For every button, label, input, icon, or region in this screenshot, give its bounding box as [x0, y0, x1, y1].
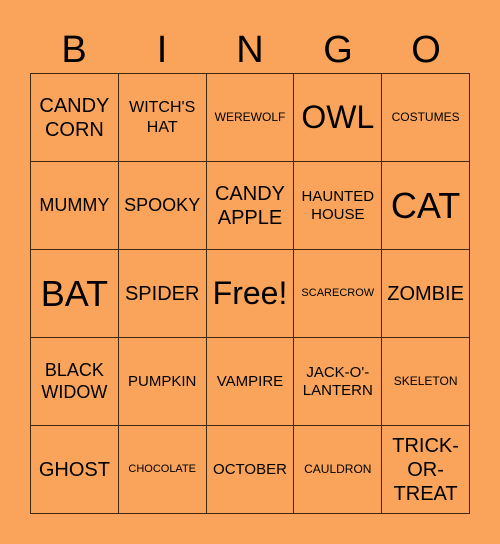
bingo-cell[interactable]: COSTUMES [382, 74, 470, 162]
bingo-cell[interactable]: SCARECROW [294, 250, 383, 338]
bingo-cell[interactable]: ZOMBIE [382, 250, 470, 338]
bingo-cell[interactable]: CANDY CORN [31, 74, 119, 162]
bingo-cell[interactable]: GHOST [31, 426, 119, 514]
bingo-cell[interactable]: MUMMY [31, 162, 119, 250]
bingo-cell[interactable]: VAMPIRE [206, 338, 295, 426]
header-letter-b: B [61, 29, 87, 71]
bingo-cell[interactable]: CANDY APPLE [206, 162, 295, 250]
header-letter-g: G [323, 29, 353, 71]
bingo-cell[interactable]: CHOCOLATE [118, 426, 207, 514]
free-space-cell[interactable]: Free! [206, 250, 295, 338]
bingo-card: CANDY CORN WITCH'S HAT WEREWOLF OWL COST… [30, 73, 470, 514]
bingo-cell[interactable]: WEREWOLF [206, 74, 295, 162]
bingo-cell[interactable]: SKELETON [382, 338, 470, 426]
bingo-header: B I N G O [30, 26, 470, 74]
bingo-cell[interactable]: HAUNTED HOUSE [294, 162, 383, 250]
header-letter-i: I [156, 29, 168, 71]
bingo-cell[interactable]: CAT [382, 162, 470, 250]
bingo-cell[interactable]: OWL [294, 74, 383, 162]
header-letter-n: N [236, 29, 264, 71]
bingo-cell[interactable]: OCTOBER [206, 426, 295, 514]
bingo-cell[interactable]: SPOOKY [118, 162, 207, 250]
bingo-cell[interactable]: JACK-O'-LANTERN [294, 338, 383, 426]
bingo-cell[interactable]: SPIDER [118, 250, 207, 338]
bingo-cell[interactable]: BAT [31, 250, 119, 338]
bingo-cell[interactable]: BLACK WIDOW [31, 338, 119, 426]
header-letter-o: O [411, 29, 441, 71]
bingo-cell[interactable]: WITCH'S HAT [118, 74, 207, 162]
bingo-cell[interactable]: PUMPKIN [118, 338, 207, 426]
bingo-cell[interactable]: CAULDRON [294, 426, 383, 514]
bingo-cell[interactable]: TRICK-OR-TREAT [382, 426, 470, 514]
